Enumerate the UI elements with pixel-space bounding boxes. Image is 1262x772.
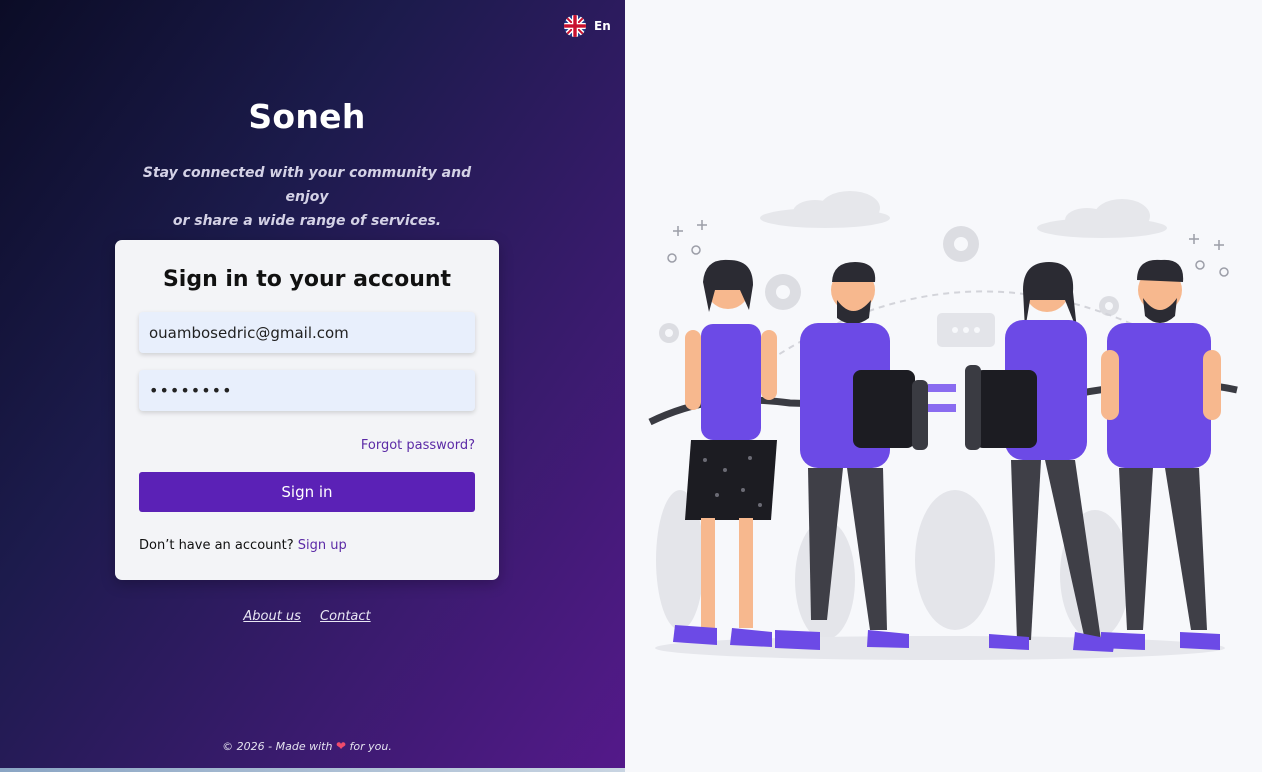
left-panel: En Soneh Stay connected with your commun… <box>0 0 625 772</box>
copyright: © 2026 - Made with ❤ for you. <box>0 739 614 753</box>
sign-in-button[interactable]: Sign in <box>139 472 475 512</box>
language-label: En <box>594 19 611 33</box>
login-heading: Sign in to your account <box>162 267 452 292</box>
copyright-prefix: © 2026 - Made with <box>222 740 333 753</box>
bottom-strip <box>0 768 625 772</box>
email-field[interactable] <box>139 312 475 353</box>
people-connecting-plugs-illustration <box>648 191 1238 660</box>
app-title: Soneh <box>248 97 366 136</box>
footer-links: About us Contact <box>0 605 614 624</box>
uk-flag-icon <box>564 15 586 37</box>
right-panel <box>625 0 1262 772</box>
heart-icon: ❤ <box>335 739 346 753</box>
signup-prompt: Don’t have an account? <box>139 538 294 553</box>
tagline-line-1: Stay connected with your community and e… <box>142 165 472 205</box>
tagline-line-2: or share a wide range of services. <box>172 213 442 229</box>
contact-link[interactable]: Contact <box>320 609 371 624</box>
tagline: Stay connected with your community and e… <box>127 161 487 233</box>
about-us-link[interactable]: About us <box>243 609 301 624</box>
password-field[interactable] <box>139 370 475 411</box>
sign-up-link[interactable]: Sign up <box>298 538 347 553</box>
language-switcher[interactable]: En <box>563 14 611 38</box>
forgot-password-link[interactable]: Forgot password? <box>361 438 475 453</box>
signup-row: Don’t have an account? Sign up <box>139 538 347 553</box>
copyright-suffix: for you. <box>349 740 392 753</box>
login-card: Sign in to your account Forgot password?… <box>115 240 499 580</box>
